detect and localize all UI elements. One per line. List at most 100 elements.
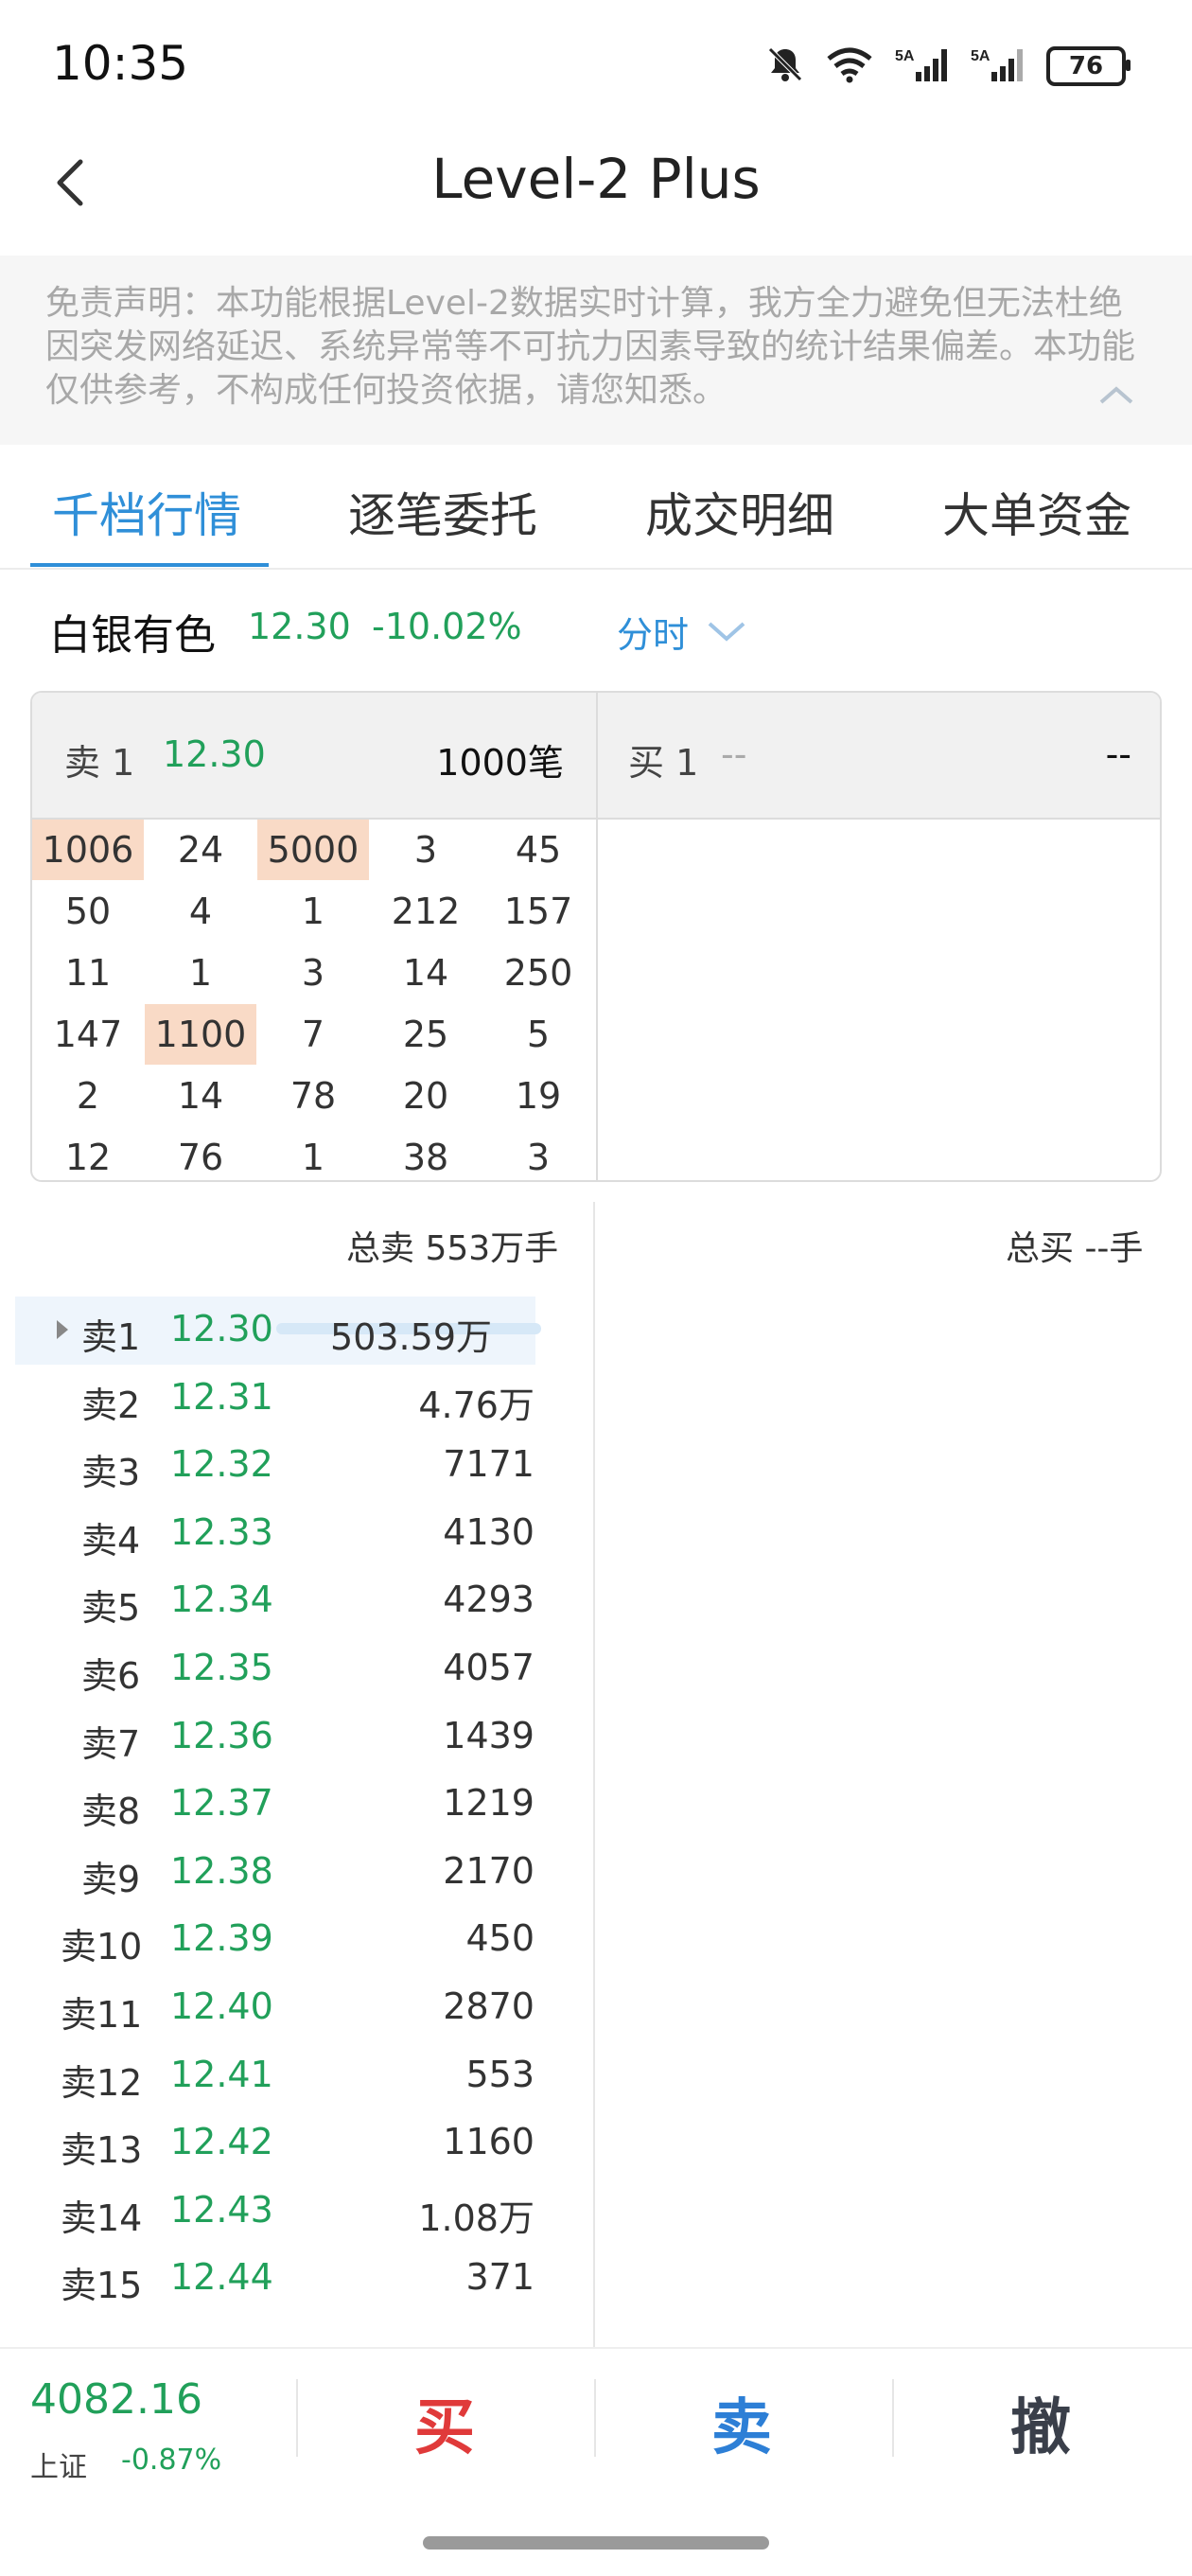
- queue-cells: 1006 24 5000 3 45 50 4 1 212 157 11 1 3 14 250 147 1100 7…: [32, 820, 596, 1179]
- index-value[interactable]: 4082.16: [30, 2375, 202, 2424]
- depth-row[interactable]: 卖6 12.35 4057: [0, 1635, 593, 1703]
- tab-bar: 千档行情 逐笔委托 成交明细 大单资金: [0, 450, 1192, 570]
- period-select[interactable]: 分时: [617, 606, 747, 658]
- depth-row[interactable]: 卖12 12.41 553: [0, 2042, 593, 2110]
- queue-sell-header: 卖 1 12.30 1000笔: [32, 693, 598, 820]
- total-sell: 总卖 553万手: [346, 1229, 559, 1268]
- depth-price: 12.37: [170, 1782, 273, 1825]
- signal-icon: 5A: [971, 45, 1025, 87]
- queue-cell: 38: [402, 1137, 449, 1178]
- depth-row[interactable]: 卖14 12.43 1.08万: [0, 2178, 593, 2246]
- depth-volume: 2870: [443, 1985, 535, 2027]
- depth-level-label: 卖6: [81, 1655, 141, 1697]
- queue-cell: 78: [289, 1075, 337, 1117]
- depth-volume: 4057: [443, 1647, 535, 1688]
- queue-cell: 3: [301, 952, 325, 994]
- status-time: 10:35: [52, 36, 189, 91]
- depth-level-label: 卖9: [81, 1858, 141, 1900]
- sell-button[interactable]: 卖: [711, 2379, 772, 2466]
- queue-divider: [596, 818, 598, 1180]
- depth-row[interactable]: 卖1 12.30 503.59万: [15, 1297, 541, 1365]
- tab-large-orders[interactable]: 大单资金: [942, 478, 1131, 546]
- depth-row[interactable]: 卖9 12.38 2170: [0, 1839, 593, 1907]
- queue-cell: 5: [526, 1014, 551, 1055]
- depth-row[interactable]: 卖2 12.31 4.76万: [0, 1365, 593, 1433]
- queue-cell: 20: [402, 1075, 449, 1117]
- index-change: -0.87%: [121, 2444, 222, 2477]
- depth-price: 12.44: [170, 2256, 273, 2299]
- stock-price: 12.30: [248, 606, 351, 647]
- toolbar-separator: [892, 2379, 894, 2457]
- queue-cell: 12: [64, 1137, 112, 1178]
- depth-row[interactable]: 卖3 12.32 7171: [0, 1432, 593, 1500]
- queue-cell: 157: [503, 891, 573, 932]
- depth-row[interactable]: 卖10 12.39 450: [0, 1906, 593, 1974]
- toolbar-separator: [594, 2379, 596, 2457]
- order-queue-box: 卖 1 12.30 1000笔 买 1 -- -- 1006 24 5000 3 45 5…: [30, 691, 1162, 1182]
- depth-volume: 1219: [443, 1782, 535, 1825]
- index-name: 上证: [30, 2451, 87, 2484]
- tab-order-by-order[interactable]: 逐笔委托: [348, 478, 537, 546]
- depth-row[interactable]: 卖4 12.33 4130: [0, 1500, 593, 1568]
- column-divider: [593, 1202, 595, 2347]
- depth-row[interactable]: 卖8 12.37 1219: [0, 1771, 593, 1839]
- depth-price: 12.35: [170, 1647, 273, 1688]
- toolbar-separator: [296, 2379, 298, 2457]
- queue-cell: 2: [76, 1075, 100, 1117]
- depth-level-label: 卖1: [81, 1316, 141, 1358]
- battery-icon: 76: [1046, 46, 1131, 86]
- depth-row[interactable]: 卖7 12.36 1439: [0, 1703, 593, 1772]
- depth-row[interactable]: 卖11 12.40 2870: [0, 1974, 593, 2042]
- tab-depth-quotes[interactable]: 千档行情: [52, 478, 241, 546]
- depth-price: 12.32: [170, 1443, 273, 1486]
- depth-row[interactable]: 卖13 12.42 1160: [0, 2109, 593, 2178]
- depth-volume: 7171: [443, 1443, 535, 1486]
- depth-price: 12.40: [170, 1985, 273, 2027]
- depth-level-label: 卖8: [81, 1791, 141, 1833]
- queue-cell: 212: [391, 891, 461, 932]
- depth-row[interactable]: 卖5 12.34 4293: [0, 1567, 593, 1635]
- queue-cell: 14: [402, 952, 449, 994]
- buy-button[interactable]: 买: [414, 2379, 475, 2466]
- depth-volume: 371: [465, 2256, 535, 2299]
- depth-level-label: 卖7: [81, 1722, 141, 1765]
- home-indicator[interactable]: [423, 2536, 769, 2550]
- depth-level-label: 卖4: [81, 1519, 141, 1561]
- queue-cell: 25: [402, 1014, 449, 1055]
- queue-cell: 1006: [32, 820, 144, 880]
- depth-level-label: 卖2: [81, 1384, 141, 1426]
- stock-change: -10.02%: [372, 606, 522, 647]
- depth-volume: 1.08万: [418, 2197, 535, 2239]
- queue-cell: 1100: [145, 1004, 256, 1065]
- period-label: 分时: [617, 614, 690, 656]
- queue-cell: 1: [188, 952, 213, 994]
- queue-buy-label: 买 1: [628, 742, 699, 784]
- depth-list[interactable]: 卖1 12.30 503.59万 卖2 12.31 4.76万 卖3 12.32 7171 卖4 1…: [0, 1297, 593, 2330]
- depth-volume: 1439: [443, 1714, 535, 1756]
- chevron-up-icon[interactable]: [1097, 383, 1135, 410]
- depth-price: 12.38: [170, 1849, 273, 1892]
- tab-underline: [30, 563, 269, 567]
- svg-text:5A: 5A: [971, 48, 990, 64]
- depth-volume: 503.59万: [330, 1316, 492, 1358]
- queue-cell: 1: [301, 1137, 325, 1178]
- depth-price: 12.30: [170, 1308, 273, 1350]
- cancel-button[interactable]: 撤: [1010, 2379, 1071, 2466]
- queue-sell-label: 卖 1: [64, 742, 135, 784]
- queue-cell: 19: [515, 1075, 562, 1117]
- tab-trade-details[interactable]: 成交明细: [645, 478, 834, 546]
- queue-buy-price: --: [721, 733, 747, 775]
- depth-volume: 553: [465, 2053, 535, 2095]
- queue-cell: 24: [177, 829, 224, 871]
- depth-price: 12.33: [170, 1510, 273, 1553]
- depth-level-label: 卖12: [61, 2061, 143, 2104]
- queue-sell-price: 12.30: [163, 733, 266, 775]
- mute-icon: [766, 45, 804, 87]
- depth-volume: 4130: [443, 1510, 535, 1553]
- queue-cell: 45: [515, 829, 562, 871]
- depth-row[interactable]: 卖15 12.44 371: [0, 2245, 593, 2313]
- total-buy: 总买 --手: [1006, 1229, 1144, 1268]
- depth-price: 12.31: [170, 1375, 273, 1418]
- queue-cell: 3: [413, 829, 438, 871]
- queue-cell: 5000: [257, 820, 369, 880]
